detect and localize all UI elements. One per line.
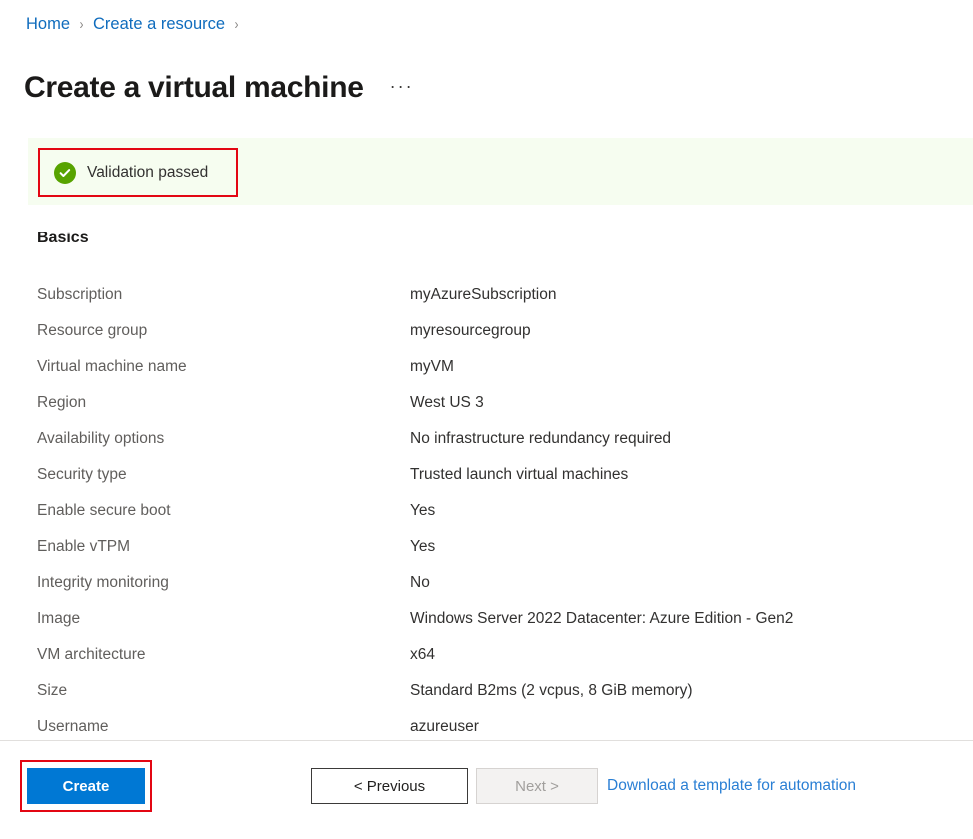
summary-row-label: Security type bbox=[37, 466, 127, 483]
summary-row-value: azureuser bbox=[410, 718, 479, 732]
summary-list: Subscription myAzureSubscription Resourc… bbox=[0, 277, 973, 732]
validation-status-text: Validation passed bbox=[87, 163, 209, 181]
summary-row-label: Enable vTPM bbox=[37, 538, 131, 555]
breadcrumb-item-create-a-resource[interactable]: Create a resource bbox=[93, 15, 225, 34]
summary-row-value: No infrastructure redundancy required bbox=[410, 430, 672, 447]
summary-row: VM architecture x64 bbox=[0, 637, 973, 673]
summary-row-value: West US 3 bbox=[410, 394, 484, 411]
summary-row: Enable vTPM Yes bbox=[0, 529, 973, 565]
download-template-link[interactable]: Download a template for automation bbox=[607, 768, 856, 804]
summary-row-label: Subscription bbox=[37, 286, 123, 303]
summary-row-value: myVM bbox=[410, 358, 454, 375]
summary-row-label: Virtual machine name bbox=[37, 358, 187, 375]
summary-row: Enable secure boot Yes bbox=[0, 493, 973, 529]
page-title: Create a virtual machine bbox=[24, 71, 364, 105]
page-header: Create a virtual machine ··· bbox=[24, 48, 414, 104]
summary-row: Region West US 3 bbox=[0, 385, 973, 421]
previous-button[interactable]: < Previous bbox=[311, 768, 468, 804]
summary-row: Size Standard B2ms (2 vcpus, 8 GiB memor… bbox=[0, 673, 973, 709]
summary-section: Basics Subscription myAzureSubscription … bbox=[0, 232, 973, 732]
summary-row-label: Availability options bbox=[37, 430, 165, 447]
next-button[interactable]: Next > bbox=[476, 768, 598, 804]
summary-row: Resource group myresourcegroup bbox=[0, 313, 973, 349]
summary-row-label: Enable secure boot bbox=[37, 502, 171, 519]
summary-row-value: Windows Server 2022 Datacenter: Azure Ed… bbox=[410, 610, 794, 627]
summary-row: Availability options No infrastructure r… bbox=[0, 421, 973, 457]
summary-row-label: Image bbox=[37, 610, 81, 627]
summary-row-label: Region bbox=[37, 394, 87, 411]
summary-row: Image Windows Server 2022 Datacenter: Az… bbox=[0, 601, 973, 637]
summary-row-label: VM architecture bbox=[37, 646, 146, 663]
summary-row-value: Yes bbox=[410, 538, 436, 555]
summary-row: Subscription myAzureSubscription bbox=[0, 277, 973, 313]
summary-row-value: myAzureSubscription bbox=[410, 286, 557, 303]
breadcrumb-item-home[interactable]: Home bbox=[26, 15, 70, 34]
summary-row-value: x64 bbox=[410, 646, 435, 663]
validation-status-highlight: Validation passed bbox=[38, 148, 238, 197]
summary-row-value: No bbox=[410, 574, 430, 591]
summary-row: Security type Trusted launch virtual mac… bbox=[0, 457, 973, 493]
summary-row-label: Integrity monitoring bbox=[37, 574, 169, 591]
summary-row-value: Standard B2ms (2 vcpus, 8 GiB memory) bbox=[410, 682, 693, 699]
summary-row-value: myresourcegroup bbox=[410, 322, 531, 339]
validation-banner: Validation passed bbox=[28, 138, 973, 205]
summary-row-value: Yes bbox=[410, 502, 436, 519]
footer-action-bar: Create < Previous Next > Download a temp… bbox=[0, 741, 973, 839]
check-circle-icon bbox=[54, 161, 76, 184]
section-heading-basics: Basics bbox=[37, 232, 89, 246]
summary-row-value: Trusted launch virtual machines bbox=[410, 466, 629, 483]
breadcrumb-separator-icon: › bbox=[79, 15, 84, 33]
summary-row: Username azureuser bbox=[0, 709, 973, 732]
summary-row: Virtual machine name myVM bbox=[0, 349, 973, 385]
summary-row-label: Username bbox=[37, 718, 109, 732]
summary-row-label: Resource group bbox=[37, 322, 148, 339]
more-options-icon[interactable]: ··· bbox=[390, 76, 414, 97]
summary-row: Integrity monitoring No bbox=[0, 565, 973, 601]
breadcrumb: Home › Create a resource › bbox=[26, 12, 248, 36]
breadcrumb-separator-icon: › bbox=[234, 15, 239, 33]
create-button[interactable]: Create bbox=[27, 768, 145, 804]
summary-row-label: Size bbox=[37, 682, 68, 699]
